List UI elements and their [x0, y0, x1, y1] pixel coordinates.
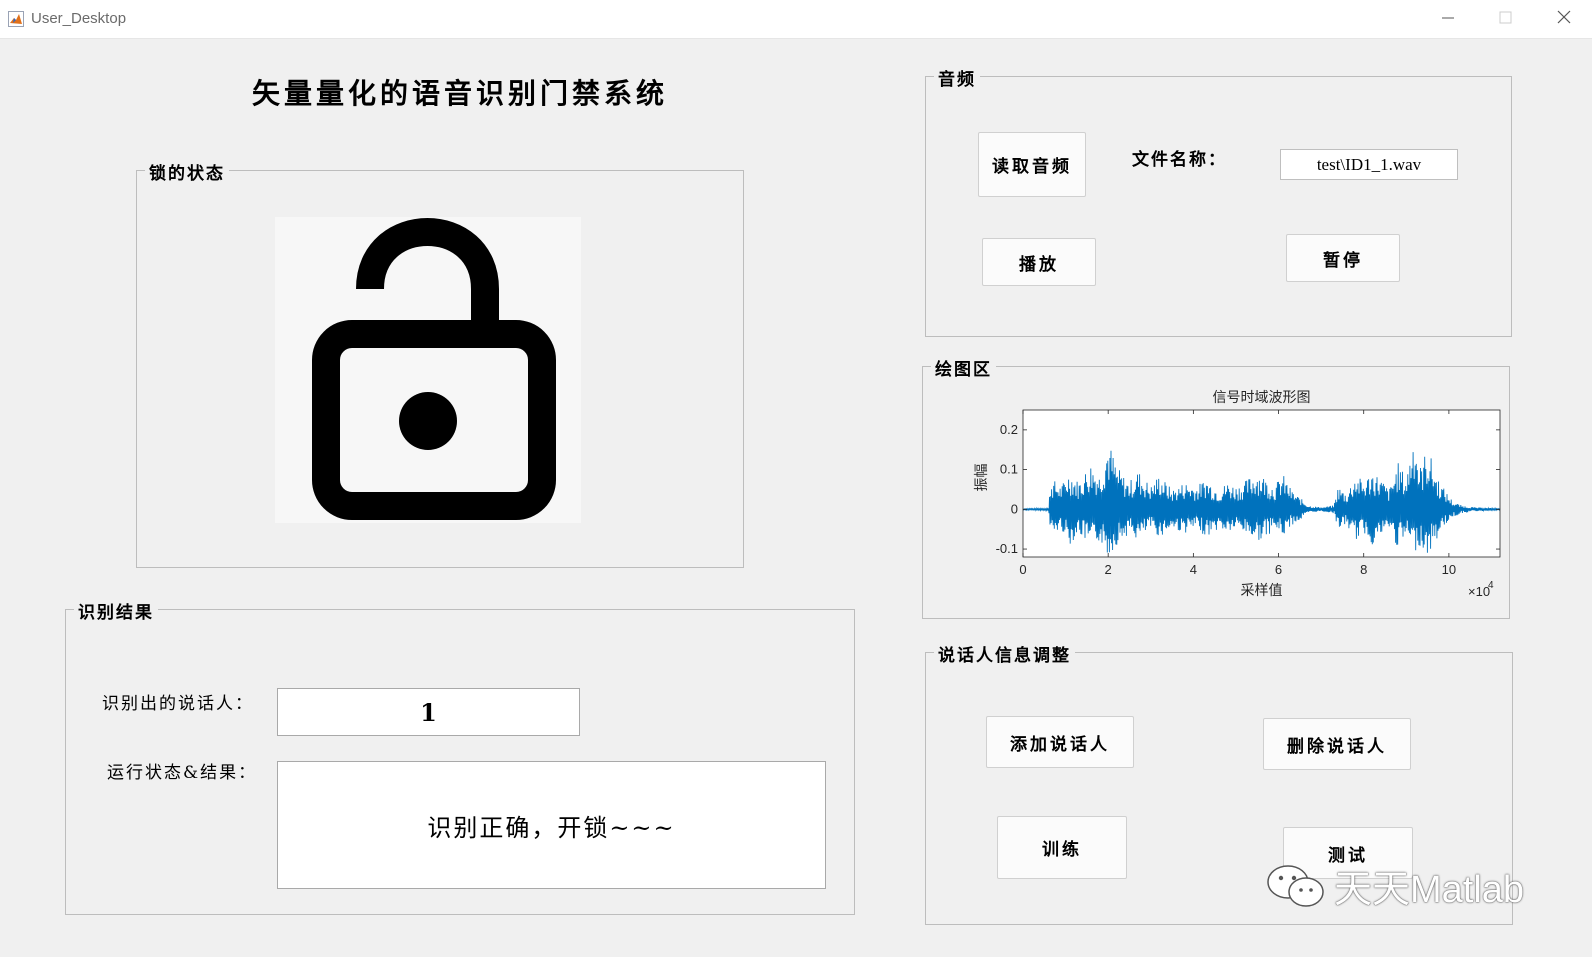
y-tick-label: -0.1	[996, 541, 1018, 556]
x-exponent-power: 4	[1488, 580, 1494, 591]
delete-speaker-button[interactable]: 删除说话人	[1263, 718, 1411, 770]
x-tick-label: 0	[1019, 562, 1026, 577]
x-exponent-label: ×10	[1468, 584, 1490, 599]
filename-label: 文件名称：	[1132, 150, 1227, 170]
main-title: 矢量量化的语音识别门禁系统	[251, 77, 668, 110]
waveform-chart: 0 2 4 6 8 10-0.100.10.2信号时域波形图采样值振幅×104	[973, 389, 1501, 599]
y-tick-label: 0.2	[1000, 422, 1018, 437]
y-axis-label: 振幅	[973, 464, 989, 492]
x-tick-label: 10	[1442, 562, 1456, 577]
x-axis-label: 采样值	[1241, 582, 1283, 598]
audio-panel: 音频 读取音频 文件名称： test\ID1_1.wav 播放 暂停	[925, 65, 1512, 337]
plot-panel: 绘图区 0 2 4 6 8 10 -0.1 0 0.1 0.2 信号时域波形图 采样值 振幅 ×10 4	[922, 355, 1510, 619]
lock-image	[275, 217, 581, 523]
unlocked-padlock-icon	[312, 218, 556, 520]
audio-panel-title: 音频	[934, 65, 980, 90]
minimize-icon[interactable]	[1434, 6, 1464, 30]
close-icon[interactable]	[1550, 6, 1580, 30]
result-panel: 识别结果 识别出的说话人： 1 运行状态&结果： 识别正确，开锁~~~	[65, 598, 855, 915]
lock-status-panel: 锁的状态	[136, 159, 744, 568]
watermark: 天天Matlab	[1264, 858, 1524, 913]
x-tick-label: 8	[1360, 562, 1367, 577]
filename-value: test\ID1_1.wav	[1316, 154, 1422, 174]
y-tick-label: 0.1	[1000, 462, 1018, 477]
status-value: 识别正确，开锁~~~	[427, 813, 676, 842]
status-label: 运行状态&结果：	[107, 763, 258, 783]
wechat-icon	[1267, 864, 1324, 907]
lock-panel-title: 锁的状态	[145, 159, 229, 184]
status-field: 识别正确，开锁~~~	[277, 761, 826, 889]
x-tick-label: 4	[1190, 562, 1197, 577]
matlab-icon	[8, 11, 24, 27]
y-tick-label: 0	[1011, 501, 1018, 516]
watermark-text: 天天Matlab	[1334, 869, 1525, 911]
pause-button[interactable]: 暂停	[1286, 234, 1400, 282]
speaker-value: 1	[420, 697, 437, 727]
filename-field[interactable]: test\ID1_1.wav	[1280, 149, 1458, 180]
add-speaker-button[interactable]: 添加说话人	[986, 716, 1134, 768]
train-button[interactable]: 训练	[997, 816, 1127, 879]
speaker-field: 1	[277, 688, 580, 736]
x-tick-label: 6	[1275, 562, 1282, 577]
result-panel-title: 识别结果	[74, 598, 158, 623]
speaker-panel-title: 说话人信息调整	[934, 641, 1075, 666]
play-button[interactable]: 播放	[982, 238, 1096, 286]
maximize-icon[interactable]	[1491, 6, 1521, 30]
window-title: User_Desktop	[31, 10, 127, 27]
speaker-label: 识别出的说话人：	[102, 694, 254, 714]
read-audio-button[interactable]: 读取音频	[978, 132, 1086, 197]
x-tick-label: 2	[1105, 562, 1112, 577]
window-titlebar: User_Desktop	[0, 0, 1592, 39]
chart-title: 信号时域波形图	[1213, 389, 1311, 405]
